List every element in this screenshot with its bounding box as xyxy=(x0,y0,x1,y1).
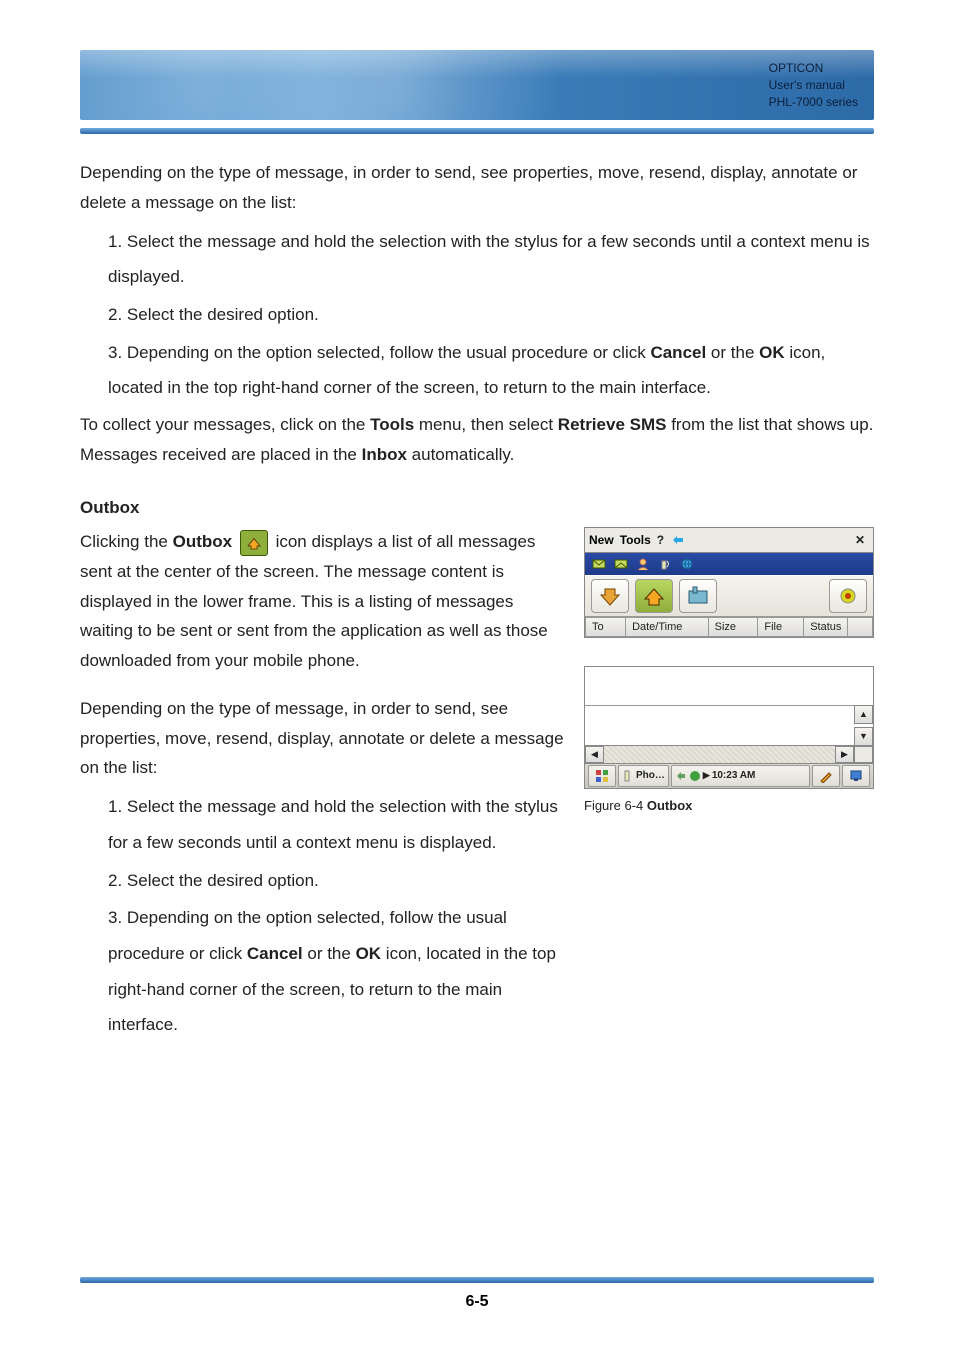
taskbar-app[interactable]: Pho… xyxy=(618,765,669,787)
tray[interactable]: ▶ 10:23 AM xyxy=(671,765,810,787)
taskbar: Pho… ▶ 10:23 AM xyxy=(585,763,873,788)
header-banner: OPTICON User's manual PHL-7000 series xyxy=(80,50,874,120)
outbox-paragraph-1: Clicking the Outbox icon displays a list… xyxy=(80,527,568,676)
figure-caption: Figure 6-4 Outbox xyxy=(584,795,874,818)
header-text: OPTICON User's manual PHL-7000 series xyxy=(769,60,858,110)
tray-network-icon xyxy=(689,770,701,782)
scroll-right-icon[interactable]: ▶ xyxy=(835,746,854,763)
move-button[interactable] xyxy=(679,579,717,613)
col-size[interactable]: Size xyxy=(709,617,759,637)
intro-paragraph: Depending on the type of message, in ord… xyxy=(80,158,874,218)
collect-paragraph: To collect your messages, click on the T… xyxy=(80,410,874,470)
envelope-in-icon[interactable] xyxy=(591,556,607,572)
outbox-step-3: 3. Depending on the option selected, fol… xyxy=(108,900,568,1043)
column-headers: To Date/Time Size File Status xyxy=(585,617,873,637)
toolbar xyxy=(585,575,873,617)
scroll-down-icon[interactable]: ▼ xyxy=(854,727,873,746)
header-line3: PHL-7000 series xyxy=(769,94,858,111)
step-1: 1. Select the message and hold the selec… xyxy=(108,224,874,295)
header-line2: User's manual xyxy=(769,77,858,94)
header-line1: OPTICON xyxy=(769,60,858,77)
header-divider xyxy=(80,128,874,134)
outbox-heading: Outbox xyxy=(80,493,874,523)
outbox-button[interactable] xyxy=(635,579,673,613)
horizontal-scrollbar[interactable]: ◀ ▶ xyxy=(585,745,873,763)
col-file[interactable]: File xyxy=(758,617,804,637)
screenshot-outbox-top: New Tools ? ✕ xyxy=(584,527,874,638)
phone-signal-icon[interactable] xyxy=(657,556,673,572)
outbox-step-1: 1. Select the message and hold the selec… xyxy=(108,789,568,860)
icon-row xyxy=(585,553,873,575)
tray-time: 10:23 AM xyxy=(712,767,756,785)
step-3: 3. Depending on the option selected, fol… xyxy=(108,335,874,406)
col-status[interactable]: Status xyxy=(804,617,848,637)
start-icon[interactable] xyxy=(588,765,616,787)
resize-grip-icon xyxy=(854,746,873,763)
page-number: 6-5 xyxy=(80,1293,874,1311)
col-to[interactable]: To xyxy=(585,617,626,637)
globe-icon[interactable] xyxy=(679,556,695,572)
contact-icon[interactable] xyxy=(635,556,651,572)
tray-pen-icon[interactable] xyxy=(812,765,840,787)
tray-desktop-icon[interactable] xyxy=(842,765,870,787)
tray-plug-icon xyxy=(675,770,687,782)
menu-tools[interactable]: Tools xyxy=(620,530,651,551)
outbox-icon xyxy=(240,530,268,556)
outbox-paragraph-2: Depending on the type of message, in ord… xyxy=(80,694,568,783)
scroll-up-icon[interactable]: ▲ xyxy=(854,705,873,724)
step-2: 2. Select the desired option. xyxy=(108,297,874,333)
titlebar: New Tools ? ✕ xyxy=(585,528,873,553)
close-icon[interactable]: ✕ xyxy=(851,530,869,551)
menu-help-q[interactable]: ? xyxy=(657,530,664,551)
menu-new[interactable]: New xyxy=(589,530,614,551)
footer-divider xyxy=(80,1277,874,1283)
col-datetime[interactable]: Date/Time xyxy=(626,617,709,637)
help-icon[interactable] xyxy=(670,532,686,548)
record-button[interactable] xyxy=(829,579,867,613)
outbox-step-2: 2. Select the desired option. xyxy=(108,863,568,899)
inbox-button[interactable] xyxy=(591,579,629,613)
envelope-out-icon[interactable] xyxy=(613,556,629,572)
scroll-left-icon[interactable]: ◀ xyxy=(585,746,604,763)
screenshot-outbox-bottom: ▲ ▼ ◀ ▶ Pho xyxy=(584,666,874,789)
